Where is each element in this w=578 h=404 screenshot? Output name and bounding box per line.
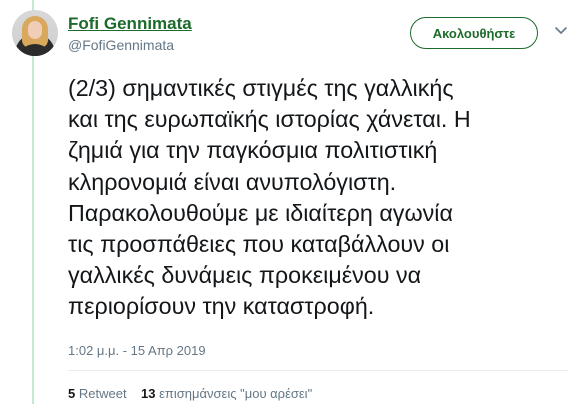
retweet-count[interactable]: 5 bbox=[68, 386, 75, 401]
tweet-timestamp[interactable]: 1:02 μ.μ. - 15 Απρ 2019 bbox=[68, 343, 206, 358]
user-name[interactable]: Fofi Gennimata bbox=[68, 14, 192, 34]
retweet-label[interactable]: Retweet bbox=[79, 386, 127, 401]
tweet-stats: 5 Retweet 13 επισημάνσεις "μου αρέσει" bbox=[68, 386, 312, 401]
tweet-text: (2/3) σημαντικές στιγμές της γαλλικής κα… bbox=[68, 75, 471, 320]
likes-count[interactable]: 13 bbox=[141, 386, 155, 401]
likes-label[interactable]: επισημάνσεις "μου αρέσει" bbox=[159, 386, 312, 401]
avatar-face bbox=[28, 21, 42, 39]
avatar-shoulders bbox=[16, 44, 54, 56]
user-handle[interactable]: @FofiGennimata bbox=[68, 36, 174, 54]
chevron-down-icon[interactable] bbox=[554, 24, 568, 38]
divider bbox=[68, 370, 568, 371]
thread-rail bbox=[32, 0, 34, 404]
follow-button[interactable]: Ακολουθήστε bbox=[410, 17, 538, 49]
avatar[interactable] bbox=[12, 10, 58, 56]
